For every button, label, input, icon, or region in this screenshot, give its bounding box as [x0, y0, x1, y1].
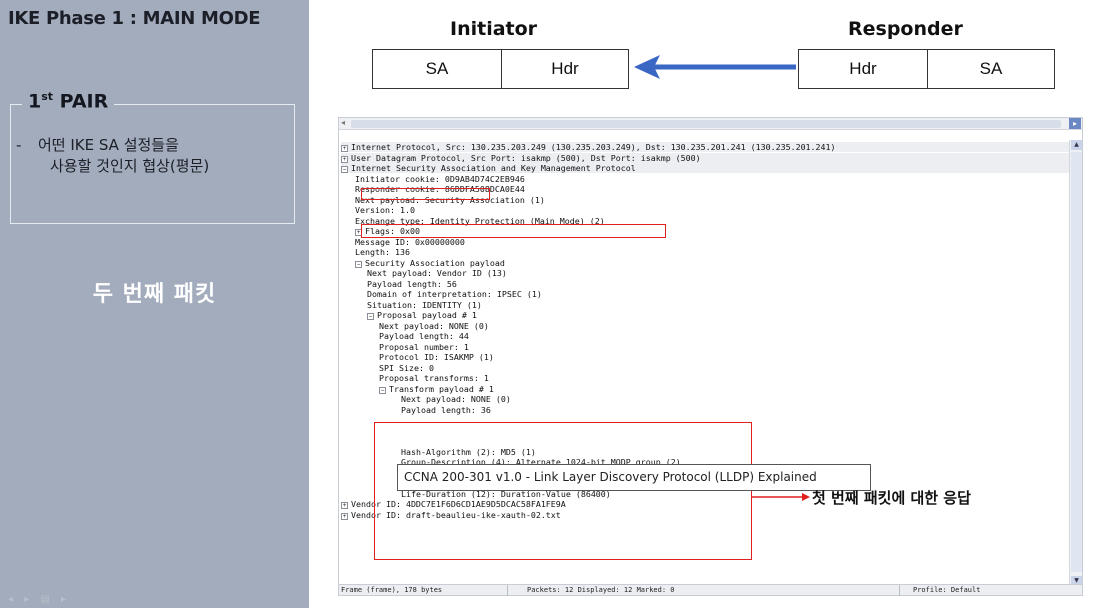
pair-heading: 1st PAIR — [22, 90, 115, 113]
tree-row-text: Protocol ID: ISAKMP (1) — [379, 352, 494, 362]
response-note: 첫 번째 패킷에 대한 응답 — [812, 489, 971, 507]
tree-row[interactable]: Situation: IDENTITY (1) — [367, 300, 482, 310]
tree-row-text: Message ID: 0x00000000 — [355, 236, 465, 247]
status-frame: Frame (frame), 178 bytes — [341, 586, 443, 594]
tree-row-text: Proposal number: 1 — [379, 341, 469, 352]
tree-row[interactable]: Payload length: 44 — [379, 331, 469, 341]
pair-dash: - — [16, 136, 22, 154]
tree-row-text: Version: 1.0 — [355, 205, 415, 215]
expand-icon[interactable]: + — [341, 145, 348, 152]
collapse-icon[interactable]: − — [367, 313, 374, 320]
tree-row-text: Internet Security Association and Key Ma… — [351, 163, 636, 173]
pair-heading-rest: PAIR — [53, 90, 109, 113]
status-profile[interactable]: Profile: Default — [913, 586, 980, 594]
tree-row-text: Payload length: 36 — [401, 404, 491, 415]
expand-icon[interactable]: + — [341, 502, 348, 509]
pair-heading-sup: st — [41, 90, 54, 103]
collapse-icon[interactable]: − — [379, 386, 386, 394]
tree-row[interactable]: − Proposal payload # 1 — [367, 310, 477, 320]
tree-row-text: Proposal payload # 1 — [377, 310, 477, 320]
right-arrow-icon — [752, 493, 810, 501]
left-arrow-icon — [634, 55, 796, 79]
initiator-sa-cell: SA — [425, 59, 449, 78]
transform-payload-highlight — [374, 422, 752, 560]
tree-row[interactable]: − Transform payload # 1 — [379, 384, 494, 394]
tree-row[interactable]: Proposal number: 1 — [379, 342, 469, 352]
responder-label: Responder — [848, 18, 963, 40]
tree-row[interactable]: − Internet Security Association and Key M… — [341, 163, 1069, 173]
slide-nav-icons[interactable]: ◂ ▸ ▤ ▸ — [8, 594, 70, 605]
responder-cookie-highlight — [361, 188, 490, 200]
expand-icon[interactable]: + — [341, 512, 348, 520]
tree-row[interactable]: Initiator cookie: 0D9AB4D74C2EB946 — [355, 174, 525, 184]
tree-row-text: Domain of interpretation: IPSEC (1) — [367, 289, 542, 299]
tree-row[interactable]: SPI Size: 0 — [379, 363, 434, 373]
responder-sa-cell: SA — [927, 50, 1054, 88]
initiator-label: Initiator — [450, 18, 538, 40]
initiator-hdr-cell: Hdr — [501, 50, 628, 88]
slide-title: IKE Phase 1 : MAIN MODE — [8, 8, 261, 29]
pair-line-1: 어떤 IKE SA 설정들을 — [38, 136, 179, 154]
tree-row[interactable]: Next payload: Vendor ID (13) — [367, 268, 507, 278]
tree-row-text: Payload length: 56 — [367, 278, 457, 289]
tree-row[interactable]: Protocol ID: ISAKMP (1) — [379, 352, 494, 362]
responder-hdr-cell: Hdr — [849, 59, 877, 78]
tree-row-text: Next payload: NONE (0) — [401, 394, 511, 404]
tree-row-text: User Datagram Protocol, Src Port: isakmp… — [351, 152, 701, 163]
tree-row[interactable]: + User Datagram Protocol, Src Port: isakm… — [341, 152, 1069, 163]
expand-icon[interactable]: + — [341, 155, 348, 163]
tree-row[interactable]: Message ID: 0x00000000 — [355, 237, 465, 247]
tree-row-text: Internet Protocol, Src: 130.235.203.249 … — [351, 142, 836, 152]
status-packets: Packets: 12 Displayed: 12 Marked: 0 — [527, 586, 675, 594]
tree-row[interactable]: Domain of interpretation: IPSEC (1) — [367, 289, 542, 299]
second-packet-label: 두 번째 패킷 — [92, 282, 217, 307]
tree-row-text: Security Association payload — [365, 257, 505, 268]
responder-packet: Hdr SA — [798, 49, 1055, 89]
tree-row[interactable]: − Security Association payload — [355, 258, 505, 268]
tree-row[interactable]: Next payload: NONE (0) — [401, 394, 511, 404]
tree-row[interactable]: Payload length: 56 — [367, 279, 457, 289]
pair-heading-number: 1 — [28, 90, 42, 113]
tree-row-text: Initiator cookie: 0D9AB4D74C2EB946 — [355, 173, 525, 184]
tree-row[interactable]: Payload length: 36 — [401, 405, 491, 415]
tree-row-text: Length: 136 — [355, 247, 410, 257]
tree-row[interactable]: Version: 1.0 — [355, 205, 415, 215]
tree-row[interactable]: Proposal transforms: 1 — [379, 373, 489, 383]
initiator-packet: SA Hdr — [372, 49, 629, 89]
scroll-up-icon[interactable]: ▲ — [1071, 140, 1082, 150]
tree-row-text: Payload length: 44 — [379, 331, 469, 341]
tree-row-text: Next payload: Vendor ID (13) — [367, 268, 507, 278]
tree-row[interactable]: Length: 136 — [355, 247, 410, 257]
vertical-scrollbar-thumb[interactable] — [1071, 152, 1082, 572]
exchange-type-highlight — [361, 224, 666, 238]
tree-row-text: Next payload: NONE (0) — [379, 320, 489, 331]
scroll-right-icon[interactable]: ▸ — [1069, 118, 1081, 129]
collapse-icon[interactable]: − — [341, 166, 348, 173]
vertical-scrollbar[interactable]: ▲ ▼ — [1069, 140, 1082, 586]
tree-row-text: Proposal transforms: 1 — [379, 373, 489, 383]
pair-line-2: 사용할 것인지 협상(평문) — [50, 157, 210, 175]
tree-row-text: SPI Size: 0 — [379, 362, 434, 373]
slide-sidebar: IKE Phase 1 : MAIN MODE 1st PAIR - 어떤 IK… — [0, 0, 309, 608]
status-bar: Frame (frame), 178 bytes Packets: 12 Dis… — [339, 584, 1082, 596]
tree-row[interactable]: + Internet Protocol, Src: 130.235.203.249… — [341, 142, 1069, 152]
tree-row-text: Transform payload # 1 — [389, 383, 494, 394]
horizontal-scrollbar[interactable]: ◂ ▸ — [339, 118, 1082, 130]
scroll-left-icon[interactable]: ◂ — [341, 118, 345, 127]
tree-row-text: Situation: IDENTITY (1) — [367, 299, 482, 310]
scrollbar-thumb[interactable] — [351, 120, 1061, 128]
collapse-icon[interactable]: − — [355, 260, 362, 268]
tree-row[interactable]: Next payload: NONE (0) — [379, 321, 489, 331]
